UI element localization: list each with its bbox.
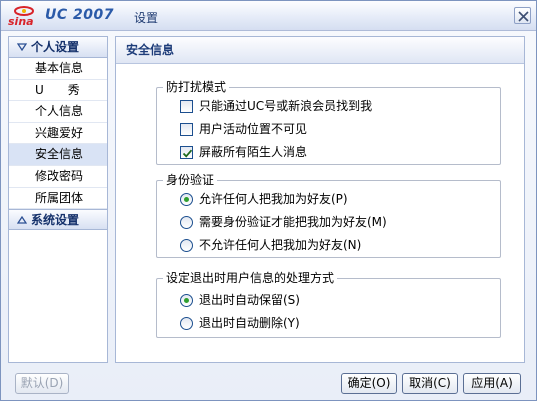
- radio-label: 退出时自动删除(Y): [199, 316, 300, 330]
- radio-dot: [184, 196, 189, 202]
- window-title: 设置: [134, 11, 159, 25]
- radio-circle[interactable]: [180, 215, 193, 229]
- sina-logo-icon: sina: [8, 6, 34, 27]
- radio-circle[interactable]: [180, 192, 193, 206]
- cancel-button[interactable]: 取消(C): [402, 373, 458, 394]
- allow-anyone-radio[interactable]: 允许任何人把我加为好友(P): [180, 190, 348, 208]
- apply-button[interactable]: 应用(A): [463, 373, 521, 394]
- close-button[interactable]: [514, 7, 531, 24]
- group-title: 防打扰模式: [163, 80, 230, 94]
- delete-on-exit-radio[interactable]: 退出时自动删除(Y): [180, 314, 300, 332]
- sidebar-header-label: 个人设置: [31, 40, 80, 54]
- sidebar: 个人设置 基本信息 U 秀 个人信息 兴趣爱好 安全信息 修改密码 所属团体 系…: [8, 36, 108, 363]
- radio-label: 需要身份验证才能把我加为好友(M): [199, 215, 387, 229]
- hide-location-checkbox[interactable]: 用户活动位置不可见: [180, 120, 307, 138]
- panel-title: 安全信息: [116, 37, 524, 64]
- find-by-uc-only-checkbox[interactable]: 只能通过UC号或新浪会员找到我: [180, 97, 372, 115]
- checkbox-box[interactable]: [180, 99, 193, 113]
- sidebar-item-basic-info[interactable]: 基本信息: [9, 58, 107, 80]
- app-name: UC 2007: [45, 7, 114, 23]
- checkbox-box[interactable]: [180, 122, 193, 136]
- settings-window: sina UC 2007 设置 个人设置 基本信息 U 秀 个人信息 兴趣爱好 …: [0, 0, 537, 401]
- default-button[interactable]: 默认(D): [15, 373, 69, 394]
- checkbox-label: 用户活动位置不可见: [199, 122, 308, 136]
- radio-dot: [184, 297, 189, 303]
- security-panel: 安全信息 防打扰模式 只能通过UC号或新浪会员找到我 用户活动位置不可见 屏蔽所…: [115, 36, 525, 363]
- radio-label: 允许任何人把我加为好友(P): [199, 192, 348, 206]
- group-title: 身份验证: [163, 173, 218, 187]
- group-title: 设定退出时用户信息的处理方式: [163, 271, 338, 285]
- radio-circle[interactable]: [180, 316, 193, 330]
- sidebar-header-system[interactable]: 系统设置: [9, 209, 107, 231]
- sidebar-header-personal[interactable]: 个人设置: [9, 37, 107, 58]
- sidebar-header-label: 系统设置: [31, 213, 80, 228]
- radio-label: 不允许任何人把我加为好友(N): [199, 238, 362, 252]
- sidebar-item-security-info[interactable]: 安全信息: [9, 144, 107, 166]
- ok-button[interactable]: 确定(O): [341, 373, 397, 394]
- svg-text:sina: sina: [8, 15, 34, 27]
- antidisturb-group: 防打扰模式 只能通过UC号或新浪会员找到我 用户活动位置不可见 屏蔽所有陌生人消…: [156, 80, 501, 165]
- checkbox-label: 屏蔽所有陌生人消息: [199, 145, 308, 159]
- collapse-triangle-icon: [16, 37, 31, 58]
- sidebar-item-personal-info[interactable]: 个人信息: [9, 101, 107, 123]
- exit-handling-group: 设定退出时用户信息的处理方式 退出时自动保留(S) 退出时自动删除(Y): [156, 271, 501, 338]
- checkbox-label: 只能通过UC号或新浪会员找到我: [199, 99, 373, 113]
- checkbox-box[interactable]: [180, 145, 193, 159]
- radio-circle[interactable]: [180, 238, 193, 252]
- radio-circle[interactable]: [180, 293, 193, 307]
- check-icon: [182, 149, 193, 158]
- radio-label: 退出时自动保留(S): [199, 293, 300, 307]
- sidebar-item-change-password[interactable]: 修改密码: [9, 166, 107, 188]
- keep-on-exit-radio[interactable]: 退出时自动保留(S): [180, 291, 300, 309]
- expand-triangle-icon: [16, 210, 31, 231]
- sidebar-item-hobbies[interactable]: 兴趣爱好: [9, 123, 107, 145]
- title-bar[interactable]: sina UC 2007 设置: [1, 1, 536, 31]
- close-icon: [518, 11, 529, 22]
- sidebar-item-u-show[interactable]: U 秀: [9, 80, 107, 102]
- deny-anyone-radio[interactable]: 不允许任何人把我加为好友(N): [180, 236, 361, 254]
- block-strangers-checkbox[interactable]: 屏蔽所有陌生人消息: [180, 143, 307, 161]
- require-auth-radio[interactable]: 需要身份验证才能把我加为好友(M): [180, 213, 387, 231]
- sidebar-item-groups[interactable]: 所属团体: [9, 188, 107, 210]
- auth-group: 身份验证 允许任何人把我加为好友(P) 需要身份验证才能把我加为好友(M) 不允…: [156, 173, 501, 258]
